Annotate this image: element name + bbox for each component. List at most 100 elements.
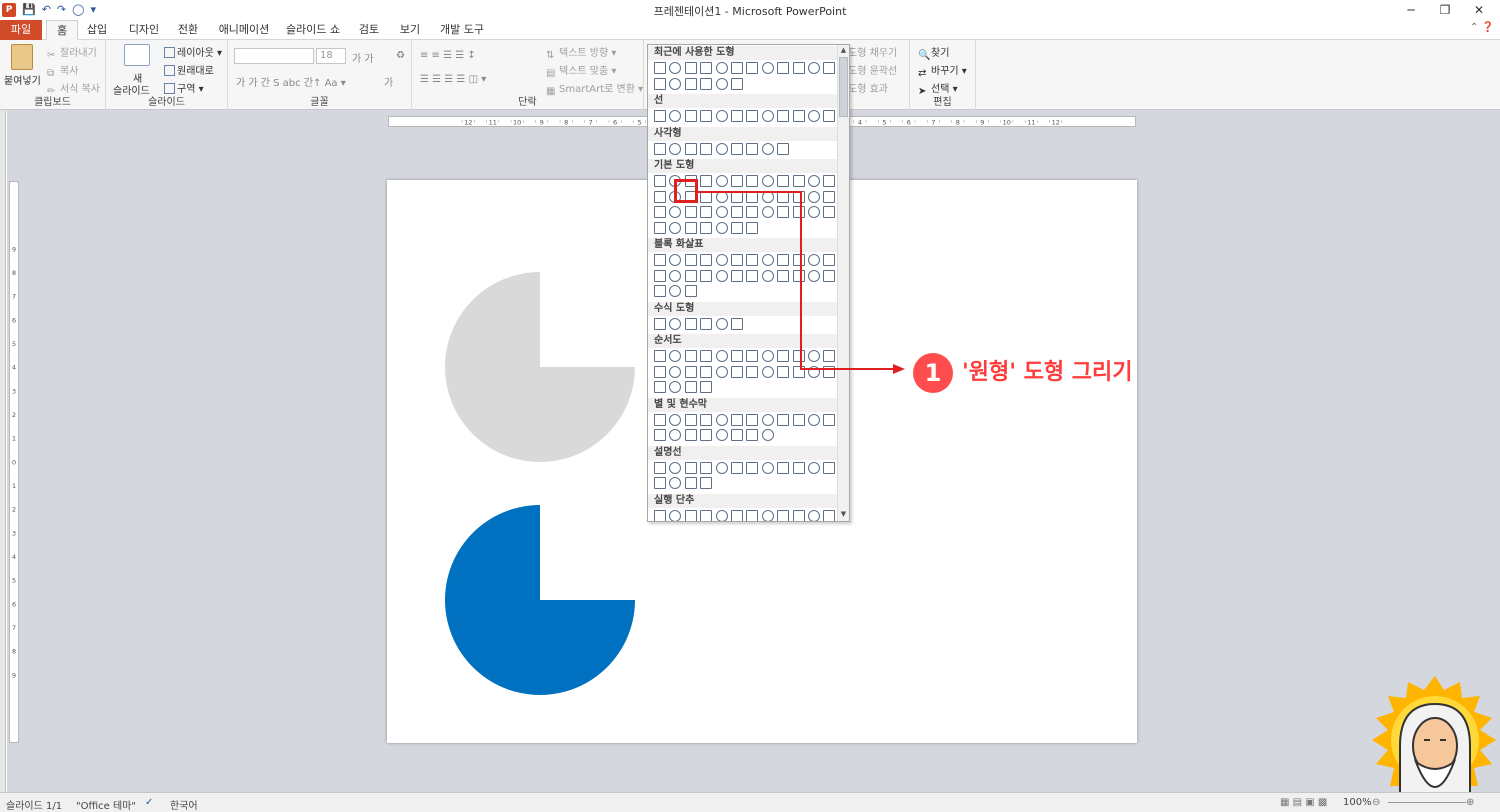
gallery-shape-item[interactable]: [777, 509, 790, 521]
gallery-shape-item[interactable]: [823, 254, 836, 266]
clear-format-icon[interactable]: ♻: [396, 50, 405, 61]
gallery-shape-item[interactable]: [700, 206, 713, 218]
gallery-shape-item[interactable]: [654, 206, 666, 218]
gallery-shape-item[interactable]: [823, 206, 836, 218]
gallery-shape-item[interactable]: [731, 509, 743, 521]
gallery-shape-item[interactable]: [792, 269, 805, 282]
gallery-scrollbar[interactable]: ▲ ▼: [837, 45, 849, 521]
gallery-shape-item[interactable]: [654, 221, 666, 234]
gallery-shape-item[interactable]: [669, 350, 682, 362]
close-button[interactable]: ✕: [1464, 1, 1494, 19]
gallery-shape-item[interactable]: [700, 477, 713, 489]
gallery-shape-item[interactable]: [669, 461, 682, 474]
gallery-shape-item[interactable]: [684, 461, 697, 474]
vertical-ruler[interactable]: 9 8 7 6 5 4 3 2 1 0 1 2 3 4 5 6 7 8 9: [9, 181, 19, 743]
gallery-shape-item[interactable]: [746, 413, 759, 426]
gallery-shape-item[interactable]: [777, 365, 790, 378]
gallery-shape-item[interactable]: [684, 285, 697, 297]
gallery-shape-item[interactable]: [731, 77, 743, 90]
gallery-shape-item[interactable]: [823, 350, 836, 362]
gallery-shape-item[interactable]: [684, 413, 697, 426]
gallery-shape-item[interactable]: [715, 254, 728, 266]
bullets-icon[interactable]: ≡ ≡ ☰ ☰ ↕: [420, 50, 476, 61]
gallery-shape-item[interactable]: [684, 381, 697, 393]
gallery-shape-item[interactable]: [746, 254, 759, 266]
scroll-up-icon[interactable]: ▲: [839, 46, 848, 55]
gallery-shape-item[interactable]: [761, 429, 774, 441]
gallery-shape-item[interactable]: [792, 413, 805, 426]
gallery-shape-item[interactable]: [700, 365, 713, 378]
scroll-down-icon[interactable]: ▼: [839, 510, 848, 519]
gallery-shape-item[interactable]: [700, 317, 713, 330]
gallery-shape-item[interactable]: [792, 365, 805, 378]
gallery-shape-item[interactable]: [731, 254, 743, 266]
scroll-thumb[interactable]: [839, 57, 848, 117]
gallery-shape-item[interactable]: [731, 206, 743, 218]
find-button[interactable]: 🔍찾기: [918, 44, 949, 61]
gallery-shape-item[interactable]: [731, 413, 743, 426]
zoom-in-icon[interactable]: ⊕: [1466, 797, 1474, 808]
copy-button[interactable]: ⧉ 복사: [47, 62, 78, 79]
gallery-shape-item[interactable]: [746, 461, 759, 474]
gallery-shape-item[interactable]: [669, 77, 682, 90]
gallery-shape-item[interactable]: [761, 206, 774, 218]
gallery-shape-item[interactable]: [792, 175, 805, 187]
gallery-shape-item[interactable]: [654, 269, 666, 282]
paste-button[interactable]: 붙여넣기: [4, 72, 41, 87]
gallery-shape-item[interactable]: [808, 254, 820, 266]
gallery-shape-item[interactable]: [715, 62, 728, 74]
gallery-shape-item[interactable]: [715, 461, 728, 474]
gallery-shape-item[interactable]: [746, 206, 759, 218]
new-slide-icon[interactable]: [124, 44, 150, 66]
gallery-shape-item[interactable]: [823, 190, 836, 203]
gallery-shape-item[interactable]: [761, 413, 774, 426]
gallery-shape-item[interactable]: [715, 175, 728, 187]
gallery-shape-item[interactable]: [669, 110, 682, 122]
gallery-shape-item[interactable]: [777, 142, 790, 155]
gallery-shape-item[interactable]: [669, 429, 682, 441]
gallery-shape-item[interactable]: [700, 381, 713, 393]
gallery-shape-item[interactable]: [746, 365, 759, 378]
gallery-shape-item[interactable]: [669, 254, 682, 266]
gallery-shape-item[interactable]: [731, 190, 743, 203]
gallery-shape-item[interactable]: [715, 77, 728, 90]
zoom-out-icon[interactable]: ⊖: [1372, 797, 1380, 808]
gallery-shape-item[interactable]: [684, 221, 697, 234]
layout-button[interactable]: 레이아웃 ▾: [164, 44, 222, 59]
gallery-shape-item[interactable]: [792, 461, 805, 474]
gallery-shape-item[interactable]: [669, 285, 682, 297]
gallery-shape-item[interactable]: [731, 175, 743, 187]
gallery-shape-item[interactable]: [731, 461, 743, 474]
minimize-button[interactable]: ─: [1396, 1, 1426, 19]
view-buttons-icon[interactable]: ▦ ▤ ▣ ▩: [1280, 797, 1327, 808]
gallery-shape-item[interactable]: [777, 413, 790, 426]
gallery-shape-item[interactable]: [777, 254, 790, 266]
gallery-shape-item[interactable]: [808, 206, 820, 218]
gallery-shape-item[interactable]: [654, 62, 666, 74]
gallery-shape-item[interactable]: [746, 62, 759, 74]
tab-animations[interactable]: 애니메이션: [214, 20, 274, 40]
gallery-shape-item[interactable]: [823, 509, 836, 521]
gallery-shape-item[interactable]: [746, 142, 759, 155]
gallery-shape-item[interactable]: [823, 110, 836, 122]
slides-pane-collapsed[interactable]: [0, 110, 6, 792]
shape-outline-button[interactable]: 도형 윤곽선: [848, 62, 897, 77]
gallery-shape-item[interactable]: [654, 77, 666, 90]
tab-home[interactable]: 홈: [46, 20, 78, 40]
gallery-shape-item[interactable]: [808, 365, 820, 378]
gallery-shape-item[interactable]: [792, 206, 805, 218]
gallery-shape-item[interactable]: [654, 350, 666, 362]
gallery-shape-item[interactable]: [654, 509, 666, 521]
gallery-shape-item[interactable]: [761, 269, 774, 282]
cut-button[interactable]: ✂ 잘라내기: [47, 44, 97, 61]
gallery-shape-item[interactable]: [761, 142, 774, 155]
gallery-shape-item[interactable]: [823, 269, 836, 282]
gallery-shape-item[interactable]: [823, 461, 836, 474]
tab-developer[interactable]: 개발 도구: [434, 20, 490, 40]
gallery-shape-item[interactable]: [700, 429, 713, 441]
ribbon-collapse-icon[interactable]: ⌃ ❓: [1470, 22, 1494, 33]
gallery-shape-item[interactable]: [792, 190, 805, 203]
gallery-shape-item[interactable]: [808, 350, 820, 362]
gallery-shape-item[interactable]: [715, 365, 728, 378]
gallery-shape-item[interactable]: [654, 381, 666, 393]
